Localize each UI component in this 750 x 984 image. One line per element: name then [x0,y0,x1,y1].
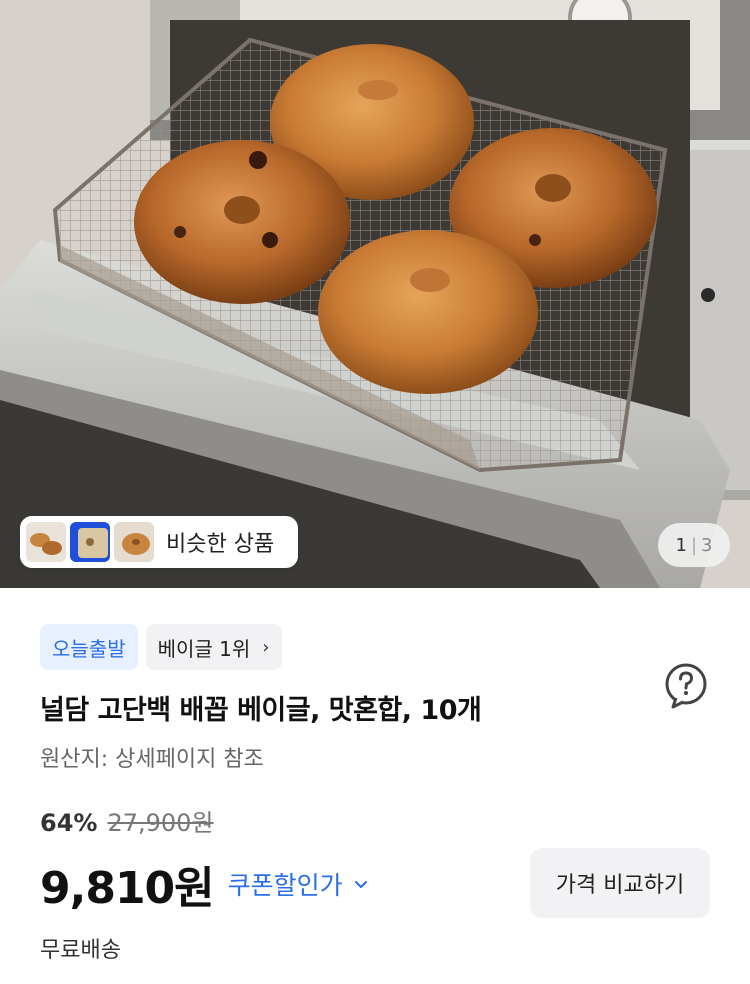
shipping-info: 무료배송 [40,938,121,963]
product-info: 오늘출발 베이글 1위 › 널담 고단백 배꼽 베이글, 맛혼합, 10개 원산… [0,624,750,964]
sale-price: 9,810원 [40,863,215,914]
price-row: 9,810원 쿠폰할인가 가격 비교하기 [40,848,710,920]
badge-row: 오늘출발 베이글 1위 › [40,624,710,670]
similar-product-thumbnail [114,522,154,562]
total-pages: 3 [701,534,713,556]
similar-products-button[interactable]: 비슷한 상품 [20,516,298,568]
original-price: 27,900원 [107,809,214,837]
discount-row: 64% 27,900원 [40,803,710,838]
similar-product-thumbnail [70,522,110,562]
coupon-price-toggle[interactable]: 쿠폰할인가 [228,866,369,902]
image-page-indicator: 1 | 3 [658,523,730,567]
today-shipping-badge: 오늘출발 [40,624,138,670]
compare-price-button[interactable]: 가격 비교하기 [530,848,710,918]
category-rank-link[interactable]: 베이글 1위 › [145,624,282,670]
discount-rate: 64% [40,809,98,837]
product-origin: 원산지: 상세페이지 참조 [40,747,264,772]
similar-product-thumbnail [26,522,66,562]
product-photo [0,0,750,588]
current-page: 1 [675,534,687,556]
question-circle-icon[interactable] [662,662,710,710]
product-title: 널담 고단백 배꼽 베이글, 맛혼합, 10개 [40,695,482,726]
similar-products-label: 비슷한 상품 [166,532,275,557]
category-rank-label: 베이글 1위 [157,636,251,661]
chevron-right-icon: › [262,636,270,658]
product-image-carousel[interactable]: 비슷한 상품 1 | 3 [0,0,750,588]
coupon-price-label: 쿠폰할인가 [227,871,343,900]
page-separator: | [690,534,698,556]
chevron-down-icon [354,881,367,888]
